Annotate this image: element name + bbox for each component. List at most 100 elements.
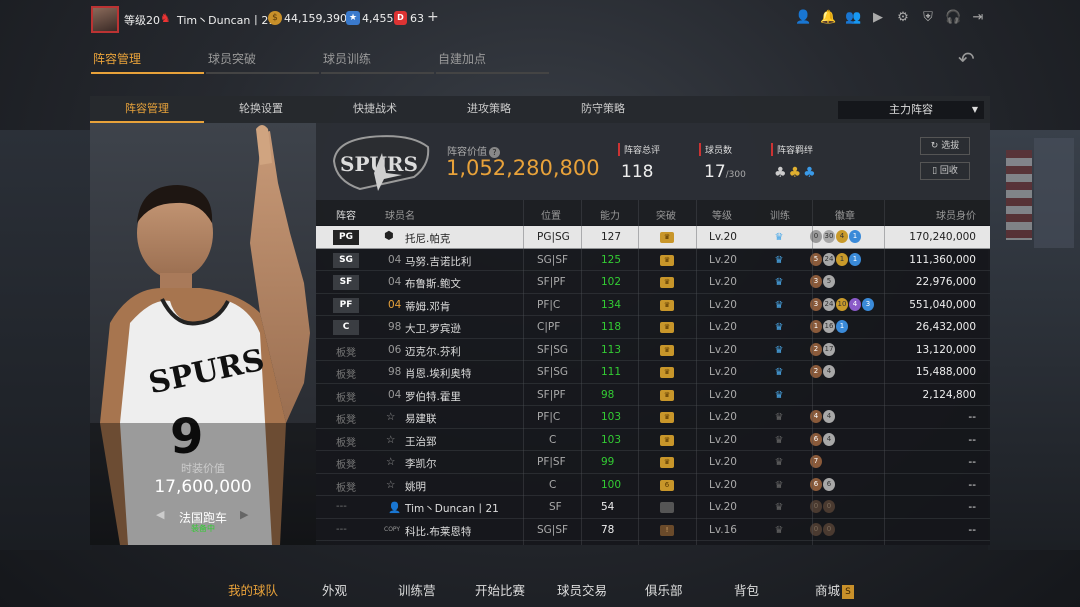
headset-icon[interactable]: 🎧 [945, 10, 961, 26]
table-row[interactable]: C 98 大卫.罗宾逊 C|PF 118 ♛ Lv.20 ♛ 1 16 1 26,432,000 [316, 316, 990, 339]
breakthrough-icon[interactable]: ♛ [660, 277, 674, 288]
badge-list[interactable]: 1 16 1 [810, 320, 848, 333]
nav-start-game[interactable]: 开始比赛 [475, 580, 525, 599]
nav-my-team[interactable]: 我的球队 [228, 580, 278, 599]
training-icon[interactable]: ♛ [771, 525, 787, 536]
nav-player-trade[interactable]: 球员交易 [557, 580, 607, 599]
table-row[interactable]: 板凳 04 罗伯特.霍里 SF|PF 98 ♛ Lv.20 ♛ 2,124,800 [316, 384, 990, 406]
bell-icon[interactable]: 🔔 [820, 10, 836, 26]
gear-icon[interactable]: ⚙ [895, 10, 911, 26]
badge-list[interactable]: 0 30 4 1 [810, 230, 861, 243]
training-icon[interactable]: ♛ [771, 255, 787, 266]
tab-player-breakthrough[interactable]: 球员突破 [206, 50, 319, 74]
subtab-quick-tactics[interactable]: 快捷战术 [318, 96, 432, 123]
training-icon[interactable]: ♛ [771, 300, 787, 311]
table-row[interactable]: PF 04 蒂姆.邓肯 PF|C 134 ♛ Lv.20 ♛ 3 24 10 4 3 551,040,00… [316, 294, 990, 316]
select-button[interactable]: ↻ 选拔 [920, 137, 970, 155]
table-row[interactable]: 板凳 ☆ 王治郅 C 103 ♛ Lv.20 ♛ 6 4 -- [316, 429, 990, 451]
training-icon[interactable]: ♛ [771, 412, 787, 423]
player-count-label: 球员数 [699, 143, 732, 156]
training-icon[interactable]: ♛ [771, 457, 787, 468]
profile-icon[interactable]: 👤 [795, 10, 811, 26]
badge-list[interactable]: 24 [810, 365, 835, 378]
column-divider [884, 200, 885, 545]
back-arrow-icon[interactable]: ↶ [958, 47, 975, 71]
tab-custom-points[interactable]: 自建加点 [436, 50, 549, 74]
training-icon[interactable]: ♛ [771, 390, 787, 401]
badge-list[interactable]: 35 [810, 275, 835, 288]
nav-shop[interactable]: 商城 S [815, 580, 855, 599]
table-row[interactable]: --- COPY 科比.布莱恩特 SG|SF 78! Lv.16 ♛ 0 0 -- [316, 519, 990, 541]
nav-appearance[interactable]: 外观 [322, 580, 347, 599]
table-row[interactable]: 板凳 ☆ 姚明 C 100 6 Lv.20 ♛ 6 6 -- [316, 474, 990, 496]
breakthrough-icon[interactable]: ♛ [660, 389, 674, 401]
badge-list[interactable]: 2 17 [810, 342, 835, 356]
training-icon[interactable]: ♛ [771, 277, 787, 288]
bench-slot: 板凳 [336, 392, 356, 404]
subtab-defense[interactable]: 防守策略 [546, 96, 660, 123]
badge-list[interactable]: 44 [810, 410, 835, 423]
nav-club[interactable]: 俱乐部 [645, 580, 683, 599]
d-points-balance: 63 [410, 12, 424, 25]
breakthrough-icon[interactable]: ! [660, 524, 674, 536]
player-level: Lv.20 [709, 253, 737, 266]
player-level: Lv.20 [709, 411, 737, 423]
bond-icons[interactable]: ♣♣♣ [774, 165, 818, 181]
table-row[interactable]: 板凳 06 迈克尔.芬利 SF|SG 113 ♛ Lv.20 ♛ 2 17 13,120,000 [316, 339, 990, 361]
subtab-rotation[interactable]: 轮换设置 [204, 96, 318, 123]
shield-icon[interactable]: ⛨ [920, 10, 936, 26]
next-arrow-icon[interactable]: ▶ [240, 508, 248, 521]
breakthrough-icon[interactable]: 6 [660, 479, 674, 491]
training-icon[interactable]: ♛ [771, 322, 787, 333]
breakthrough-icon[interactable]: ♛ [660, 299, 674, 311]
badge-list[interactable]: 3 24 10 4 3 [810, 297, 874, 311]
bench-slot: 板凳 [336, 347, 356, 359]
breakthrough-icon[interactable]: ♛ [660, 457, 674, 468]
recycle-button[interactable]: ▯ 回收 [920, 162, 970, 180]
breakthrough-icon[interactable]: ♛ [660, 232, 674, 243]
breakthrough-icon[interactable]: ♛ [660, 254, 674, 266]
subtab-lineup[interactable]: 阵容管理 [90, 96, 204, 123]
breakthrough-icon[interactable]: ♛ [660, 434, 674, 446]
training-icon[interactable]: ♛ [771, 232, 787, 243]
avatar[interactable] [91, 6, 119, 33]
training-icon[interactable]: ♛ [771, 345, 787, 356]
friends-icon[interactable]: 👥 [845, 10, 861, 26]
nav-training-camp[interactable]: 训练营 [398, 580, 436, 599]
nav-backpack[interactable]: 背包 [734, 580, 759, 599]
recharge-plus-button[interactable]: + [427, 9, 439, 25]
exit-icon[interactable]: ⇥ [970, 10, 986, 26]
table-row[interactable]: SF 04 布鲁斯.鲍文 SF|PF 102 ♛ Lv.20 ♛ 3 5 22,976,000 [316, 271, 990, 294]
lineup-select[interactable]: 主力阵容 ▼ [838, 101, 984, 119]
table-row[interactable]: 板凳 ☆ 李凯尔 PF|SF 99 ♛ Lv.20 ♛ 7 -- [316, 451, 990, 474]
video-icon[interactable]: ▶ [870, 10, 886, 26]
table-row[interactable]: --- 👤 Tim丶Duncan丨21 SF 54 Lv.20 ♛ 0 0 -- [316, 496, 990, 519]
badge-list[interactable]: 5 24 1 1 [810, 252, 861, 266]
lineup-value: 1,052,280,800 [446, 156, 600, 180]
badge-icon: 0 [823, 500, 835, 513]
table-row[interactable]: 板凳 98 肖恩.埃利奥特 SF|SG 111 ♛ Lv.20 ♛ 2 4 15,488,000 [316, 361, 990, 384]
star-outline-icon: ☆ [386, 411, 396, 423]
breakthrough-icon[interactable] [660, 502, 674, 513]
badge-list[interactable]: 00 [810, 522, 835, 536]
training-icon[interactable]: ♛ [771, 367, 787, 378]
badge-icon: 1 [836, 320, 848, 333]
table-row[interactable]: SG 04 马努.吉诺比利 SG|SF 125 ♛ Lv.20 ♛ 5 24 1 1 111,360,0… [316, 249, 990, 271]
badge-list[interactable]: 66 [810, 477, 835, 491]
breakthrough-icon[interactable]: ♛ [660, 344, 674, 356]
badge-list[interactable]: 64 [810, 432, 835, 446]
training-icon[interactable]: ♛ [771, 435, 787, 446]
breakthrough-icon[interactable]: ♛ [660, 367, 674, 378]
tab-player-training[interactable]: 球员训练 [321, 50, 434, 74]
badge-list[interactable]: 00 [810, 500, 835, 513]
training-icon[interactable]: ♛ [771, 502, 787, 513]
training-icon[interactable]: ♛ [771, 480, 787, 491]
table-row[interactable]: 板凳 ☆ 易建联 PF|C 103 ♛ Lv.20 ♛ 4 4 -- [316, 406, 990, 429]
table-row[interactable]: PG ⬢ 托尼.帕克 PG|SG 127 ♛ Lv.20 ♛ 0 30 4 1 170,240,000 [316, 226, 990, 249]
overall-label: 阵容总评 [618, 143, 660, 156]
breakthrough-icon[interactable]: ♛ [660, 322, 674, 333]
subtab-offense[interactable]: 进攻策略 [432, 96, 546, 123]
bench-slot: 板凳 [336, 437, 356, 449]
breakthrough-icon[interactable]: ♛ [660, 412, 674, 423]
tab-lineup-management[interactable]: 阵容管理 [91, 50, 204, 74]
